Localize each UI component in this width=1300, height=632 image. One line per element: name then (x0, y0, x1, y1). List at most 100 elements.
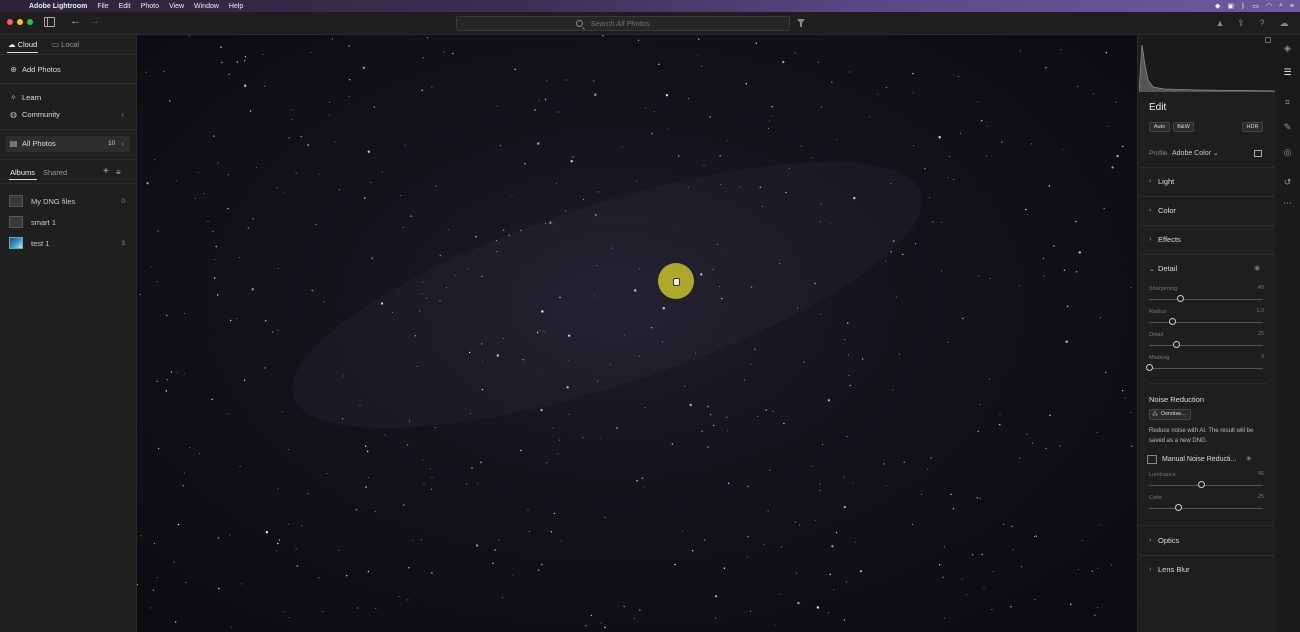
star (709, 413, 712, 416)
section-optics[interactable]: › Optics (1149, 536, 1179, 545)
slider-track-luminance[interactable] (1149, 485, 1263, 486)
section-label: Optics (1158, 536, 1180, 545)
edit-sliders-icon[interactable]: ☰ (1282, 67, 1293, 78)
forward-arrow-icon[interactable]: → (89, 15, 100, 27)
chevron-left-icon[interactable]: ‹ (121, 110, 124, 119)
menu-app-name[interactable]: Adobe Lightroom (29, 3, 87, 10)
star (930, 457, 932, 459)
tab-cloud[interactable]: ☁ Cloud (8, 40, 37, 49)
wifi-icon[interactable]: ◠ (1266, 2, 1272, 10)
presets-icon[interactable]: ◈ (1282, 43, 1293, 54)
slider-handle-radius[interactable] (1168, 318, 1176, 325)
star (639, 268, 641, 270)
bw-button[interactable]: B&W (1173, 122, 1194, 132)
slider-value-color[interactable]: 25 (1258, 494, 1264, 500)
section-color[interactable]: › Color (1149, 206, 1176, 215)
slider-value-detail[interactable]: 25 (1258, 331, 1264, 337)
menu-file[interactable]: File (97, 3, 108, 10)
window-minimize-button[interactable] (17, 19, 23, 25)
add-album-icon[interactable]: + (103, 166, 109, 177)
versions-history-icon[interactable]: ↺ (1282, 177, 1293, 188)
bluetooth-icon[interactable]: ᛒ (1241, 3, 1245, 10)
add-photos-button[interactable]: ⊕ Add Photos (9, 65, 61, 74)
slider-value-radius[interactable]: 1.0 (1256, 308, 1264, 314)
tab-local[interactable]: ▭ Local (52, 40, 79, 49)
window-maximize-button[interactable] (27, 19, 33, 25)
search-icon (575, 20, 583, 27)
star (357, 607, 359, 609)
control-center-icon[interactable]: ≡ (1290, 3, 1294, 10)
healing-icon[interactable]: ✎ (1282, 122, 1293, 133)
section-detail[interactable]: ⌄ Detail (1149, 264, 1177, 273)
section-lens-blur[interactable]: › Lens Blur (1149, 565, 1190, 574)
notification-bell-icon[interactable]: ▲ (1215, 18, 1225, 28)
slider-track-radius[interactable] (1149, 322, 1263, 323)
noise-reduction-description: Reduce noise with AI. The result will be… (1149, 428, 1254, 444)
album-item[interactable]: test 1 3 (9, 235, 129, 251)
battery-icon[interactable]: ▭ (1252, 2, 1259, 10)
slider-handle-masking[interactable] (1146, 364, 1153, 371)
sort-icon[interactable]: ≡ (116, 168, 121, 177)
menu-edit[interactable]: Edit (119, 3, 131, 10)
sidebar-item-learn[interactable]: ✧ Learn (9, 93, 41, 102)
window-close-button[interactable] (7, 19, 13, 25)
album-item[interactable]: My DNG files 0 (9, 193, 129, 209)
menu-window[interactable]: Window (194, 3, 219, 10)
menu-photo[interactable]: Photo (141, 3, 159, 10)
back-arrow-icon[interactable]: ← (70, 15, 81, 27)
star (1060, 49, 1062, 50)
dropbox-icon[interactable]: ◆ (1215, 2, 1220, 10)
menu-help[interactable]: Help (229, 3, 243, 10)
star (1076, 86, 1078, 88)
star (814, 519, 816, 521)
profile-browser-icon[interactable] (1254, 150, 1262, 157)
tab-albums[interactable]: Albums (10, 168, 35, 177)
section-effects[interactable]: › Effects (1149, 235, 1181, 244)
slider-handle-sharpening[interactable] (1176, 295, 1184, 302)
filter-icon[interactable] (797, 19, 805, 27)
hdr-button[interactable]: HDR (1242, 122, 1263, 132)
slider-track-detail[interactable] (1149, 345, 1263, 346)
section-light[interactable]: › Light (1149, 177, 1174, 186)
cloud-sync-icon[interactable]: ☁ (1279, 18, 1289, 28)
visibility-eye-icon[interactable]: ◉ (1254, 264, 1260, 272)
slider-track-sharpening[interactable] (1149, 299, 1263, 300)
star (942, 576, 944, 578)
photo-canvas[interactable] (137, 35, 1137, 632)
slider-handle-luminance[interactable] (1198, 481, 1206, 488)
slider-handle-detail[interactable] (1173, 341, 1181, 348)
sidebar-item-community[interactable]: ◍ Community (9, 110, 60, 119)
slider-value-masking[interactable]: 0 (1261, 354, 1264, 360)
star (203, 193, 205, 194)
profile-dropdown[interactable]: Adobe Color ⌄ (1172, 149, 1219, 157)
slider-track-color[interactable] (1149, 508, 1263, 509)
help-icon[interactable]: ? (1257, 18, 1267, 28)
album-item[interactable]: smart 1 (9, 214, 129, 230)
masking-icon[interactable]: ◎ (1282, 147, 1293, 158)
tab-shared[interactable]: Shared (43, 168, 67, 177)
slider-handle-color[interactable] (1174, 504, 1182, 511)
search-input[interactable] (590, 19, 671, 28)
star (215, 245, 217, 248)
crop-icon[interactable]: ⌗ (1282, 97, 1293, 108)
chevron-left-icon[interactable]: ‹ (121, 139, 124, 148)
screen-record-icon[interactable]: ▣ (1227, 2, 1234, 10)
star (829, 222, 831, 224)
search-icon[interactable]: ⌕ (1279, 2, 1283, 10)
star (214, 277, 216, 279)
slider-value-sharpening[interactable]: 40 (1258, 285, 1264, 291)
search-bar[interactable] (456, 16, 790, 31)
slider-track-masking[interactable] (1149, 368, 1263, 369)
star (785, 191, 787, 194)
slider-value-luminance[interactable]: 46 (1258, 471, 1264, 477)
sidebar-toggle-icon[interactable] (44, 17, 55, 27)
auto-button[interactable]: Auto (1149, 122, 1170, 132)
histogram-options-icon[interactable] (1265, 37, 1271, 43)
share-icon[interactable]: ⇪ (1236, 18, 1246, 28)
star (218, 587, 220, 590)
visibility-eye-icon[interactable]: ◉ (1246, 455, 1251, 462)
menu-view[interactable]: View (169, 3, 184, 10)
star (157, 230, 159, 232)
more-options-icon[interactable]: ⋯ (1282, 198, 1293, 209)
star (188, 35, 190, 37)
